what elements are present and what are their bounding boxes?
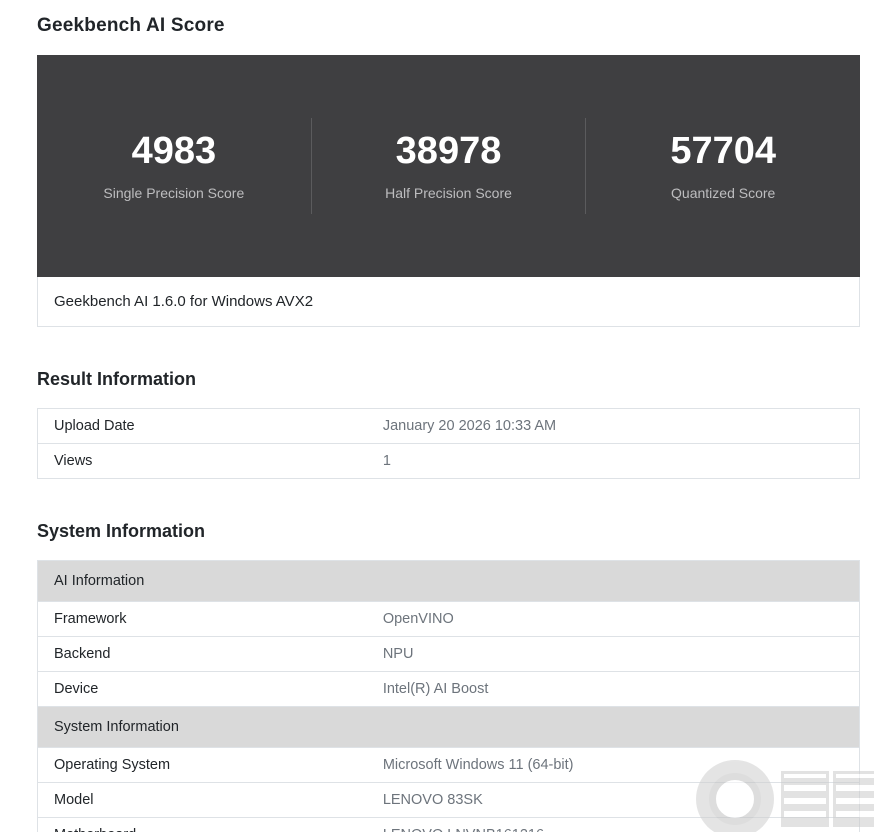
benchmark-version: Geekbench AI 1.6.0 for Windows AVX2: [37, 277, 860, 327]
row-value: LENOVO LNVNB161216: [383, 818, 859, 832]
result-information-heading: Result Information: [37, 369, 860, 390]
table-row: Device Intel(R) AI Boost: [38, 671, 859, 706]
row-label: Motherboard: [38, 818, 383, 832]
quantized-score-value: 57704: [586, 131, 860, 173]
table-row: Operating System Microsoft Windows 11 (6…: [38, 747, 859, 782]
row-value: 1: [383, 444, 859, 478]
row-value: OpenVINO: [383, 602, 859, 636]
row-value: Intel(R) AI Boost: [383, 672, 859, 706]
row-label: Backend: [38, 637, 383, 671]
row-label: Upload Date: [38, 409, 383, 443]
table-row: Views 1: [38, 443, 859, 478]
table-row: Backend NPU: [38, 636, 859, 671]
system-information-table: AI Information Framework OpenVINO Backen…: [37, 560, 860, 832]
half-precision-score-value: 38978: [312, 131, 586, 173]
quantized-score-label: Quantized Score: [586, 185, 860, 201]
row-value: January 20 2026 10:33 AM: [383, 409, 859, 443]
table-row: Motherboard LENOVO LNVNB161216: [38, 817, 859, 832]
table-row: Upload Date January 20 2026 10:33 AM: [38, 409, 859, 443]
row-label: Device: [38, 672, 383, 706]
single-precision-score-value: 4983: [37, 131, 311, 173]
row-label: Framework: [38, 602, 383, 636]
half-precision-score-label: Half Precision Score: [312, 185, 586, 201]
single-precision-score-label: Single Precision Score: [37, 185, 311, 201]
score-single-precision: 4983 Single Precision Score: [37, 131, 311, 201]
table-row: Framework OpenVINO: [38, 601, 859, 636]
results-page: Geekbench AI Score 4983 Single Precision…: [0, 0, 874, 832]
row-value: NPU: [383, 637, 859, 671]
table-row: Model LENOVO 83SK: [38, 782, 859, 817]
score-half-precision: 38978 Half Precision Score: [312, 131, 586, 201]
system-information-heading: System Information: [37, 521, 860, 542]
row-label: Views: [38, 444, 383, 478]
table-subheader-ai-information: AI Information: [38, 561, 859, 601]
page-title: Geekbench AI Score: [37, 15, 860, 37]
row-value: LENOVO 83SK: [383, 783, 859, 817]
table-subheader-system-information: System Information: [38, 706, 859, 747]
result-information-table: Upload Date January 20 2026 10:33 AM Vie…: [37, 408, 860, 479]
score-banner: 4983 Single Precision Score 38978 Half P…: [37, 55, 860, 277]
row-label: Model: [38, 783, 383, 817]
row-value: Microsoft Windows 11 (64-bit): [383, 748, 859, 782]
score-quantized: 57704 Quantized Score: [586, 131, 860, 201]
row-label: Operating System: [38, 748, 383, 782]
